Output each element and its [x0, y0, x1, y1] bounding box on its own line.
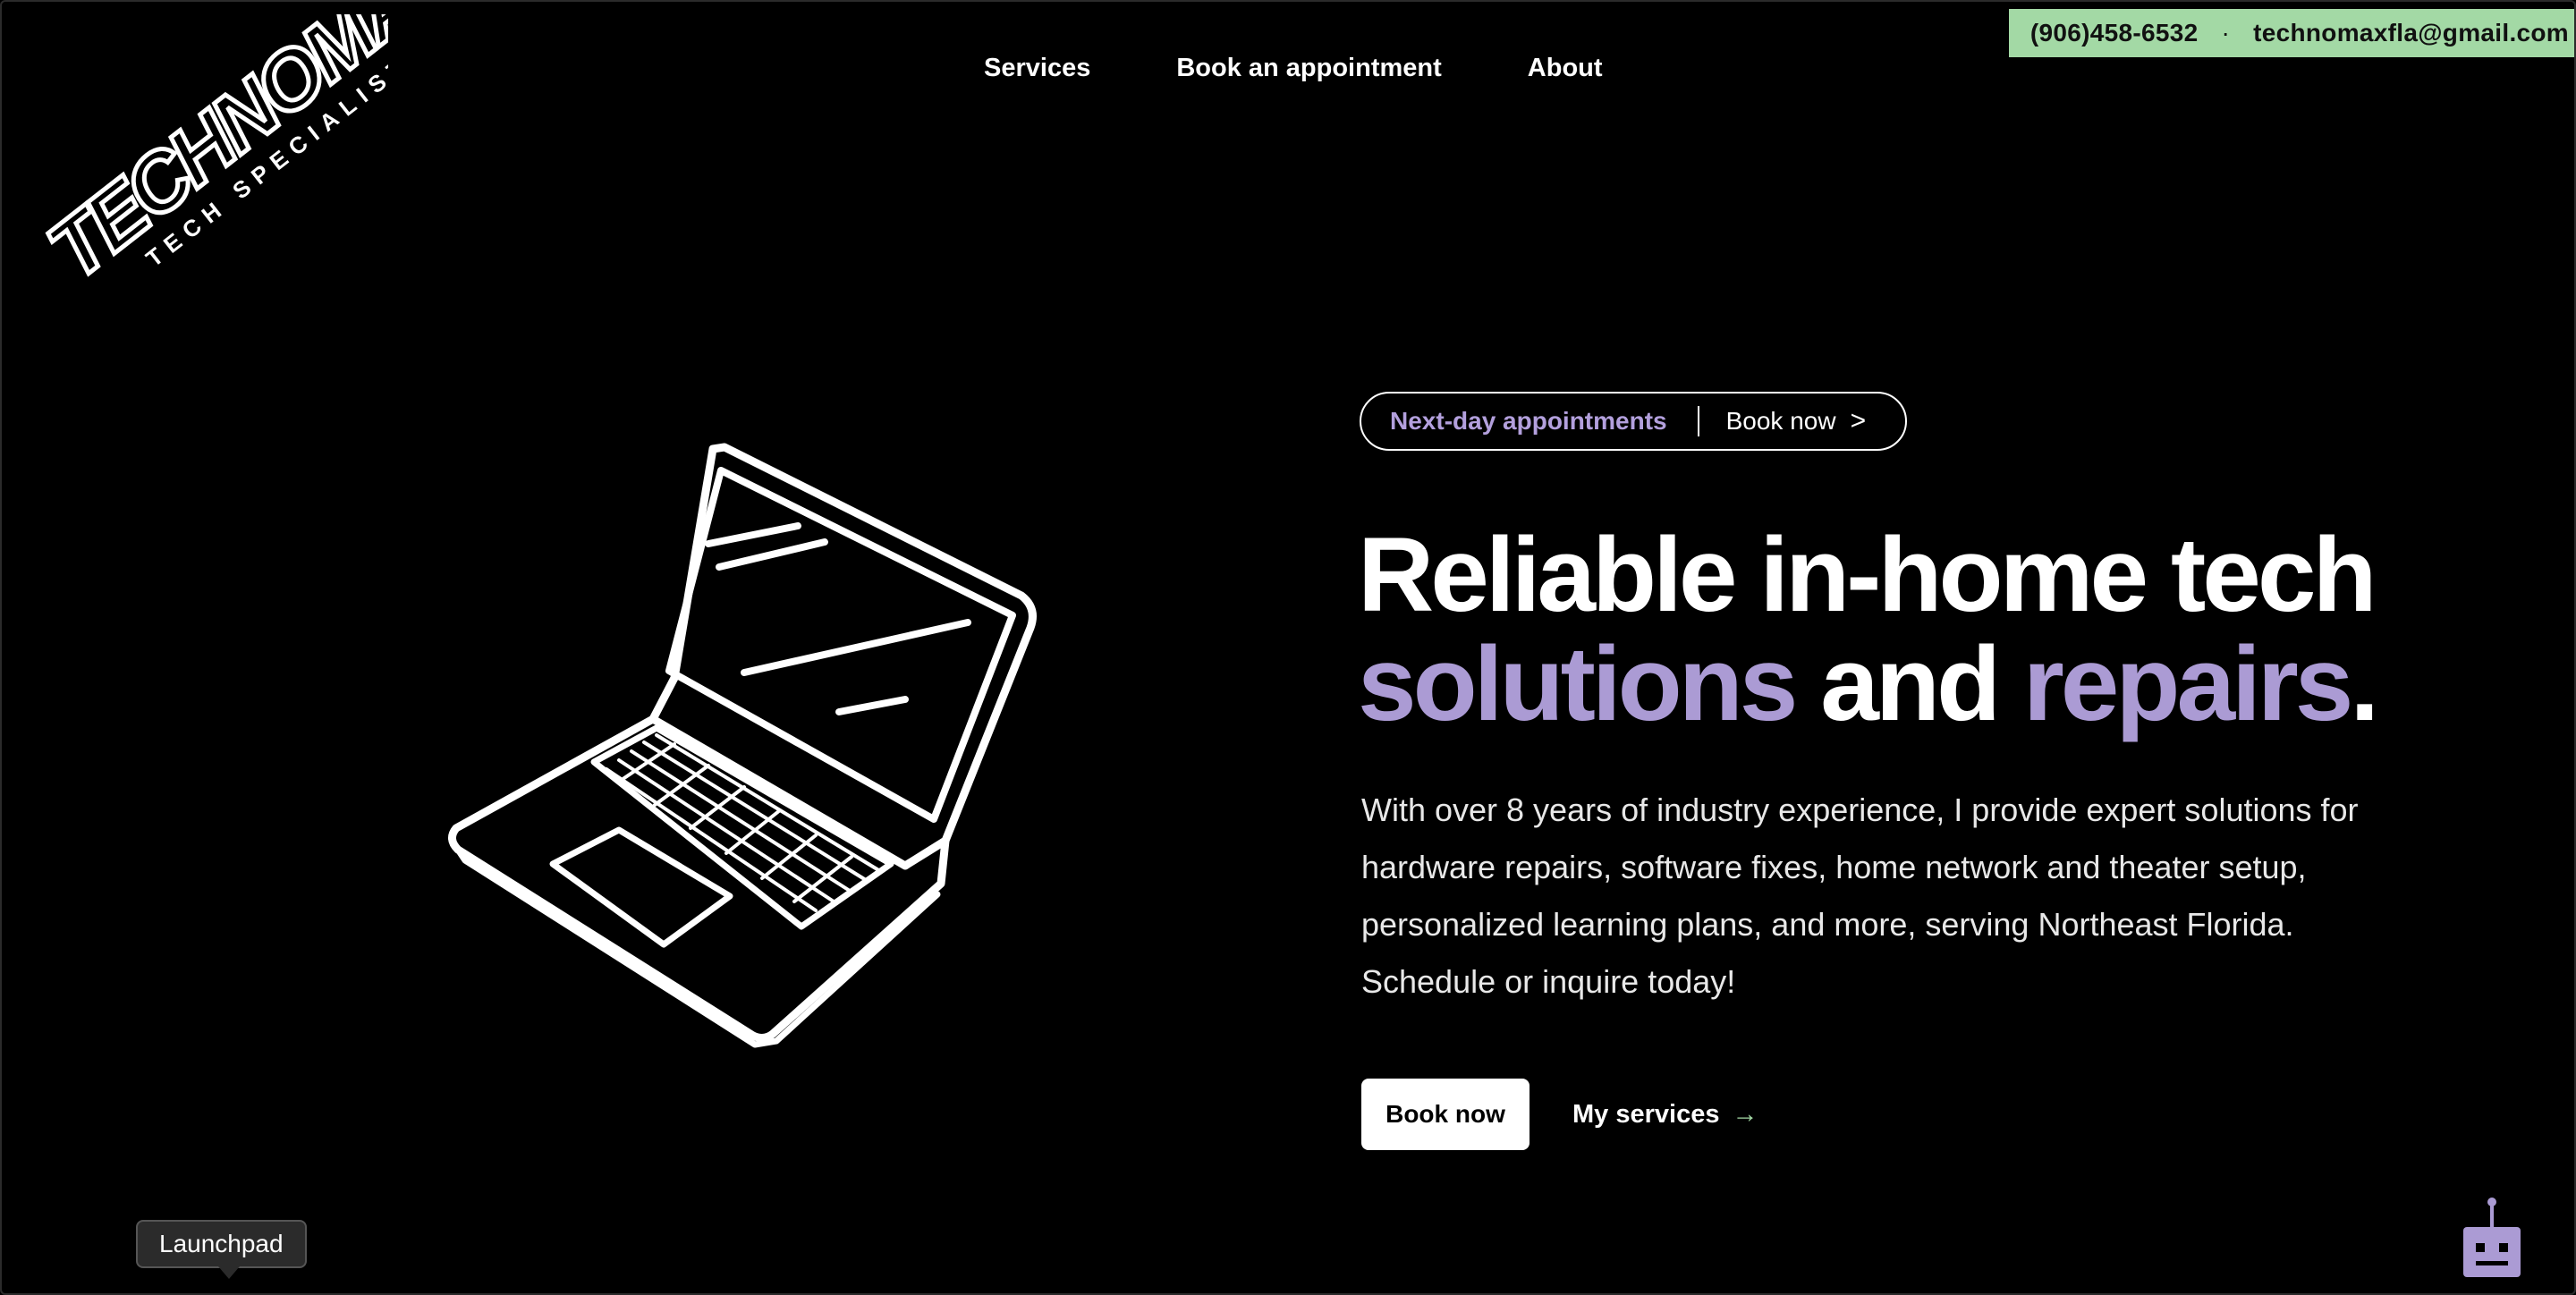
hero-description: With over 8 years of industry experience… [1361, 791, 2359, 1000]
headline-repairs: repairs [2022, 625, 2354, 743]
page-frame: (906)458-6532 · technomaxfla@gmail.com T… [0, 0, 2576, 1295]
chevron-right-icon: > [1850, 406, 1867, 436]
technomax-logo[interactable]: TECHNOMAX!! TECH SPECIALIST [21, 14, 388, 300]
my-services-label: My services [1572, 1100, 1720, 1129]
headline-and: and [1820, 625, 2001, 743]
pill-highlight: Next-day appointments [1390, 407, 1667, 435]
book-now-button[interactable]: Book now [1361, 1079, 1530, 1150]
laptop-illustration [448, 443, 1037, 1048]
main-nav: Services Book an appointment About [984, 54, 1603, 83]
pill-divider [1697, 406, 1699, 436]
nav-about[interactable]: About [1528, 54, 1603, 83]
my-services-link[interactable]: My services → [1572, 1100, 1758, 1130]
contact-email[interactable]: technomaxfla@gmail.com [2253, 19, 2569, 47]
robot-icon[interactable] [2460, 1197, 2524, 1279]
contact-bar: (906)458-6532 · technomaxfla@gmail.com [2008, 9, 2574, 57]
headline-line1: Reliable in-home tech [1358, 516, 2377, 634]
logo-brand: TECHNOMAX!! [32, 14, 388, 297]
contact-separator: · [2221, 19, 2231, 47]
next-day-pill[interactable]: Next-day appointments Book now > [1360, 392, 1907, 451]
tooltip-label: Launchpad [159, 1230, 284, 1257]
contact-phone[interactable]: (906)458-6532 [2030, 19, 2199, 47]
headline-period: . [2350, 625, 2379, 743]
hero-headline: Reliable in-home tech solutions and repa… [1358, 521, 2521, 739]
launchpad-tooltip: Launchpad [136, 1220, 307, 1279]
nav-book-appointment[interactable]: Book an appointment [1176, 54, 1441, 83]
headline-solutions: solutions [1358, 625, 1798, 743]
arrow-right-icon: → [1732, 1100, 1758, 1129]
pill-book-now[interactable]: Book now [1726, 407, 1836, 436]
nav-services[interactable]: Services [984, 54, 1090, 83]
